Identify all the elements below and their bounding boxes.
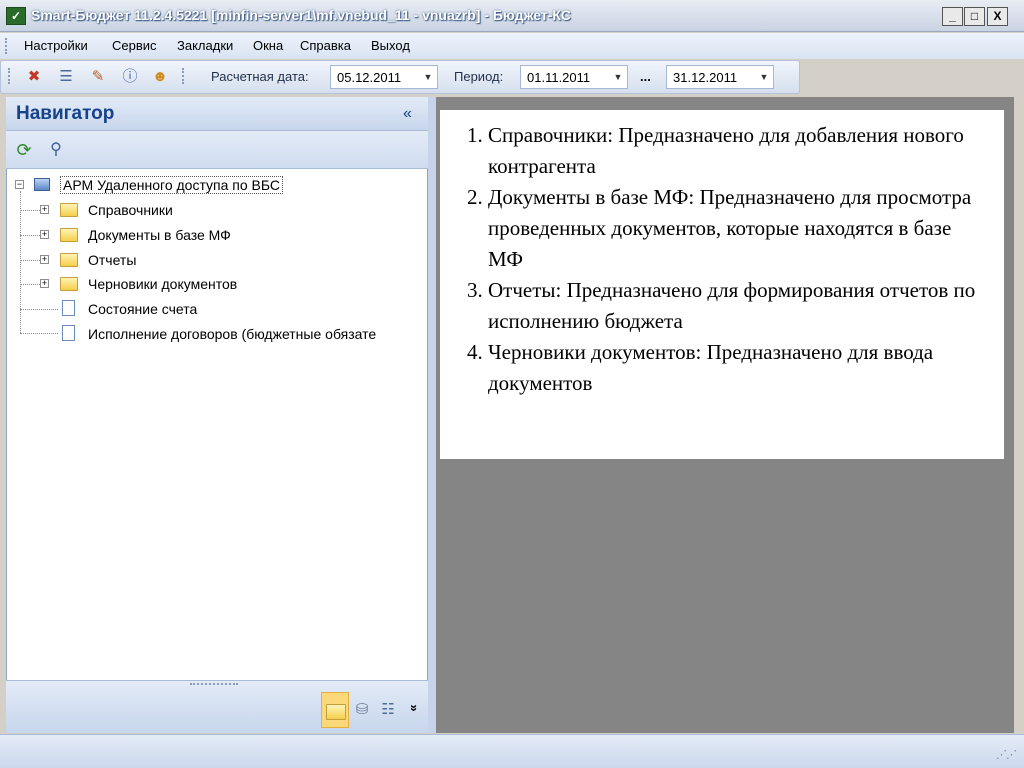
tree-item-drafts[interactable]: Черновики документов xyxy=(88,276,237,292)
calc-date-combo[interactable]: 05.12.2011 ▼ xyxy=(330,65,438,89)
expand-icon[interactable]: + xyxy=(40,230,49,239)
tree-line xyxy=(20,284,40,285)
description-list: Справочники: Предназначено для добавлени… xyxy=(440,110,1004,399)
tree-line xyxy=(20,309,58,310)
tree-root[interactable]: АРМ Удаленного доступа по ВБС xyxy=(60,176,284,194)
period-from-value: 01.11.2011 xyxy=(527,70,591,85)
chevron-down-icon[interactable]: ▼ xyxy=(755,66,773,88)
folder-icon xyxy=(60,277,78,291)
edit-doc-icon[interactable]: ✎ xyxy=(88,67,108,87)
minimize-button[interactable]: _ xyxy=(942,7,963,26)
find-icon[interactable]: ⚲ xyxy=(46,140,66,160)
list-icon[interactable]: ☰ xyxy=(56,67,76,87)
folder-view-button[interactable] xyxy=(321,692,349,728)
toolbar-separator xyxy=(182,68,185,84)
tree-item-reports[interactable]: Отчеты xyxy=(88,252,136,268)
collapse-root-icon[interactable]: − xyxy=(15,180,24,189)
tree-item-contracts[interactable]: Исполнение договоров (бюджетные обязате xyxy=(88,326,426,342)
maximize-button[interactable]: □ xyxy=(964,7,985,26)
collapse-icon[interactable]: « xyxy=(403,105,412,123)
delete-doc-icon[interactable]: ✖ xyxy=(24,67,44,87)
folder-icon xyxy=(60,203,78,217)
chevron-down-icon[interactable]: ▼ xyxy=(609,66,627,88)
menu-exit[interactable]: Выход xyxy=(371,38,410,53)
database-icon[interactable]: ⛁ xyxy=(352,700,372,720)
description-box: Справочники: Предназначено для добавлени… xyxy=(440,110,1004,459)
chevron-down-icon[interactable]: ▼ xyxy=(419,66,437,88)
tree-item-documents[interactable]: Документы в базе МФ xyxy=(88,227,231,243)
menu-service[interactable]: Сервис xyxy=(112,38,157,53)
calc-date-label: Расчетная дата: xyxy=(211,69,309,84)
navigator-toolbar xyxy=(6,131,428,169)
document-icon xyxy=(62,300,75,316)
menu-bookmarks[interactable]: Закладки xyxy=(177,38,233,53)
folder-icon xyxy=(60,253,78,267)
menu-settings[interactable]: Настройки xyxy=(24,38,88,53)
period-separator: ... xyxy=(640,69,651,84)
menu-grip[interactable] xyxy=(5,38,8,54)
period-from-combo[interactable]: 01.11.2011 ▼ xyxy=(520,65,628,89)
resize-grip[interactable] xyxy=(190,683,238,685)
description-item: Документы в базе МФ: Предназначено для п… xyxy=(488,182,990,275)
description-item: Справочники: Предназначено для добавлени… xyxy=(488,120,990,182)
menu-help[interactable]: Справка xyxy=(300,38,351,53)
menu-windows[interactable]: Окна xyxy=(253,38,283,53)
status-bar xyxy=(0,734,1024,768)
folder-icon xyxy=(326,704,346,720)
description-item: Отчеты: Предназначено для формирования о… xyxy=(488,275,990,337)
more-icon[interactable]: » xyxy=(404,698,424,718)
description-item: Черновики документов: Предназначено для … xyxy=(488,337,990,399)
app-logo-icon: ✓ xyxy=(6,7,26,25)
expand-icon[interactable]: + xyxy=(40,205,49,214)
tree-line xyxy=(20,191,21,333)
period-to-value: 31.12.2011 xyxy=(673,70,738,85)
window-title: Smart-Бюджет 11.2.4.5221 [minfin-server1… xyxy=(31,7,571,23)
tree-line xyxy=(20,333,58,334)
expand-icon[interactable]: + xyxy=(40,279,49,288)
tree-item-references[interactable]: Справочники xyxy=(88,202,173,218)
period-to-combo[interactable]: 31.12.2011 ▼ xyxy=(666,65,774,89)
tree-line xyxy=(20,260,40,261)
tree-icon[interactable]: ☷ xyxy=(378,700,398,720)
info-icon[interactable]: ⓘ xyxy=(120,67,140,87)
refresh-icon[interactable]: ⟳ xyxy=(14,140,34,160)
size-grip-icon[interactable]: ⋰⋰ xyxy=(996,748,1017,761)
period-label: Период: xyxy=(454,69,504,84)
tree-item-account-state[interactable]: Состояние счета xyxy=(88,301,197,317)
navigator-title: Навигатор xyxy=(16,103,115,124)
calc-date-value: 05.12.2011 xyxy=(337,70,402,85)
toolbar-grip[interactable] xyxy=(8,68,11,84)
panel-splitter[interactable] xyxy=(428,97,436,733)
computer-icon xyxy=(34,178,50,191)
close-button[interactable]: X xyxy=(987,7,1008,26)
users-icon[interactable]: ☻ xyxy=(150,67,170,87)
tree-line xyxy=(20,210,40,211)
expand-icon[interactable]: + xyxy=(40,255,49,264)
tree-line xyxy=(20,235,40,236)
folder-icon xyxy=(60,228,78,242)
document-icon xyxy=(62,325,75,341)
